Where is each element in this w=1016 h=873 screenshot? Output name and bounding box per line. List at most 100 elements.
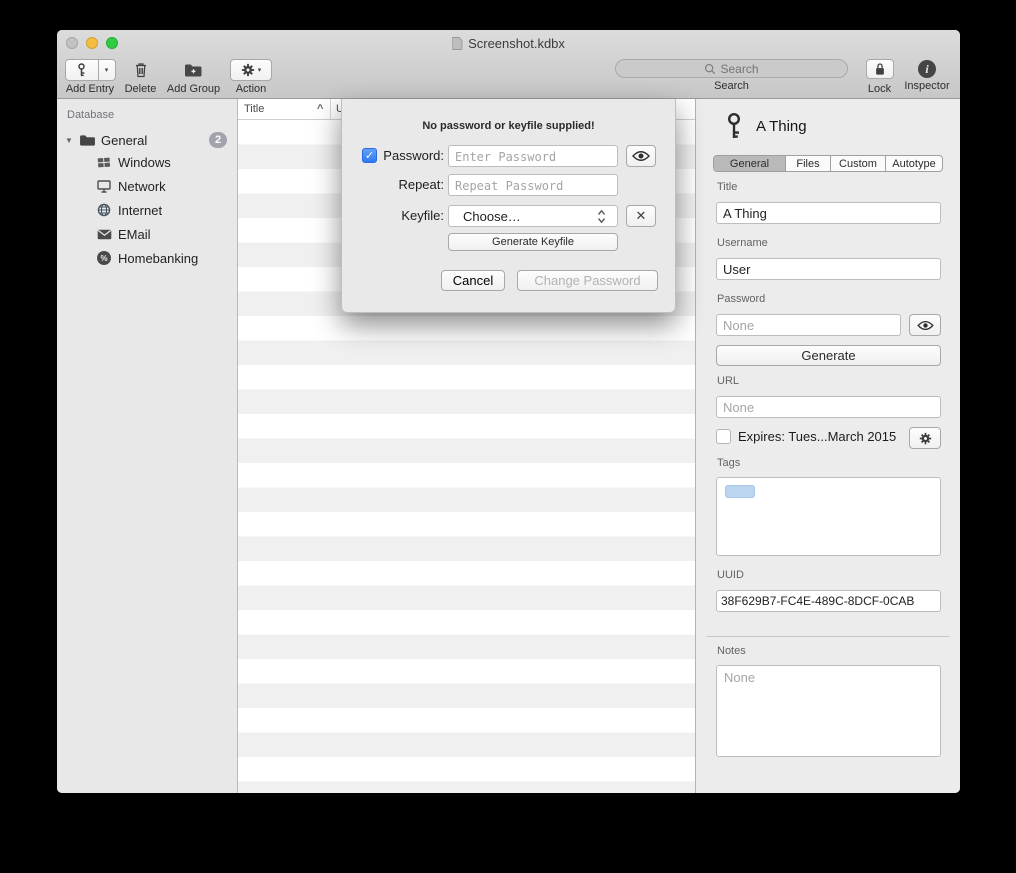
sidebar-item-internet[interactable]: Internet [57, 198, 237, 222]
gear-icon [919, 432, 932, 445]
change-password-button[interactable]: Change Password [517, 270, 658, 291]
show-password-button[interactable] [909, 314, 941, 336]
entry-title: A Thing [756, 118, 807, 135]
coin-percent-icon: % [95, 251, 113, 265]
window-chrome: Screenshot.kdbx ▾ Add Entry [57, 30, 960, 99]
stepper-icon [597, 209, 606, 224]
envelope-icon [95, 229, 113, 240]
password-label: Password: [374, 148, 444, 163]
notes-field[interactable] [716, 665, 941, 757]
inspector-label: Inspector [898, 80, 956, 92]
inspector-tabs: General Files Custom Autotype [713, 155, 943, 172]
password-field[interactable] [716, 314, 901, 336]
title-field-label: Title [717, 181, 737, 193]
search-input[interactable]: Search [615, 59, 848, 78]
close-button[interactable] [66, 37, 78, 49]
action-label: Action [230, 83, 272, 95]
tag-pill[interactable] [725, 485, 755, 498]
expires-label: Expires: Tues...March 2015 [738, 429, 896, 444]
search-label: Search [615, 80, 848, 92]
add-entry-button[interactable]: ▾ Add Entry [64, 59, 116, 95]
traffic-lights [66, 37, 118, 49]
sidebar-item-label: Network [118, 179, 166, 194]
sidebar-item-homebanking[interactable]: % Homebanking [57, 246, 237, 270]
uuid-label: UUID [717, 569, 744, 581]
lock-button[interactable]: Lock [863, 59, 896, 95]
delete-label: Delete [123, 83, 158, 95]
delete-button[interactable]: Delete [123, 59, 158, 95]
inspector-panel: A Thing General Files Custom Autotype Ti… [695, 99, 960, 793]
close-icon: ✕ [636, 208, 647, 224]
keyfile-popup[interactable]: Choose… [448, 205, 618, 227]
document-icon [452, 37, 463, 50]
keyfile-value: Choose… [455, 209, 597, 224]
sidebar-item-network[interactable]: Network [57, 174, 237, 198]
globe-icon [95, 203, 113, 217]
url-field-label: URL [717, 375, 739, 387]
search-container: Search Search [615, 59, 848, 92]
folder-icon [78, 134, 96, 147]
eye-icon [632, 150, 650, 162]
action-button[interactable]: ▾ Action [230, 59, 272, 95]
sidebar-item-label: Homebanking [118, 251, 198, 266]
gear-icon [241, 63, 255, 77]
password-dialog: No password or keyfile supplied! ✓ Passw… [341, 99, 676, 313]
repeat-input[interactable] [448, 174, 618, 196]
url-field[interactable] [716, 396, 941, 418]
tab-files[interactable]: Files [786, 156, 831, 171]
add-entry-dropdown-icon[interactable]: ▾ [99, 59, 116, 81]
sidebar-item-general[interactable]: ▼ General 2 [57, 128, 237, 152]
entry-count-badge: 2 [209, 132, 227, 148]
trash-icon [123, 59, 158, 81]
username-field-label: Username [717, 237, 768, 249]
sidebar-item-windows[interactable]: Windows [57, 150, 237, 174]
expires-checkbox[interactable] [716, 429, 731, 444]
inspector-button[interactable]: i Inspector [898, 59, 956, 92]
window-title: Screenshot.kdbx [468, 36, 565, 51]
generate-password-button[interactable]: Generate [716, 345, 941, 366]
column-header-title[interactable]: Title [244, 103, 264, 115]
expires-settings-button[interactable] [909, 427, 941, 449]
generate-keyfile-button[interactable]: Generate Keyfile [448, 233, 618, 251]
divider [706, 636, 950, 637]
lock-icon [866, 59, 894, 79]
sidebar-item-email[interactable]: EMail [57, 222, 237, 246]
sidebar-item-label: General [101, 133, 147, 148]
eye-icon [917, 320, 934, 331]
sidebar: Database ▼ General 2 Windows Network [57, 99, 238, 793]
display-icon [95, 180, 113, 193]
column-divider[interactable] [330, 99, 331, 119]
tab-general[interactable]: General [714, 156, 786, 171]
toolbar: ▾ Add Entry Delete Add Group [57, 56, 960, 99]
disclosure-triangle-icon[interactable]: ▼ [65, 136, 75, 145]
uuid-field[interactable] [716, 590, 941, 612]
clear-keyfile-button[interactable]: ✕ [626, 205, 656, 227]
titlebar: Screenshot.kdbx [57, 30, 960, 56]
sidebar-item-label: Internet [118, 203, 162, 218]
add-group-button[interactable]: Add Group [164, 59, 223, 95]
show-password-button[interactable] [626, 145, 656, 167]
repeat-label: Repeat: [374, 177, 444, 192]
add-group-label: Add Group [164, 83, 223, 95]
folder-plus-icon [164, 59, 223, 81]
lock-label: Lock [863, 83, 896, 95]
key-icon [65, 59, 99, 81]
title-field[interactable] [716, 202, 941, 224]
zoom-button[interactable] [106, 37, 118, 49]
sort-ascending-icon: ^ [317, 103, 323, 115]
tab-autotype[interactable]: Autotype [886, 156, 942, 171]
add-entry-label: Add Entry [64, 83, 116, 95]
app-window: Screenshot.kdbx ▾ Add Entry [57, 30, 960, 793]
tab-custom[interactable]: Custom [831, 156, 886, 171]
tags-box[interactable] [716, 477, 941, 556]
password-field-label: Password [717, 293, 765, 305]
username-field[interactable] [716, 258, 941, 280]
search-icon [704, 63, 716, 75]
password-input[interactable] [448, 145, 618, 167]
minimize-button[interactable] [86, 37, 98, 49]
info-icon: i [918, 60, 936, 78]
windows-icon [95, 156, 113, 169]
cancel-button[interactable]: Cancel [441, 270, 505, 291]
notes-label: Notes [717, 645, 746, 657]
key-icon [724, 112, 744, 140]
